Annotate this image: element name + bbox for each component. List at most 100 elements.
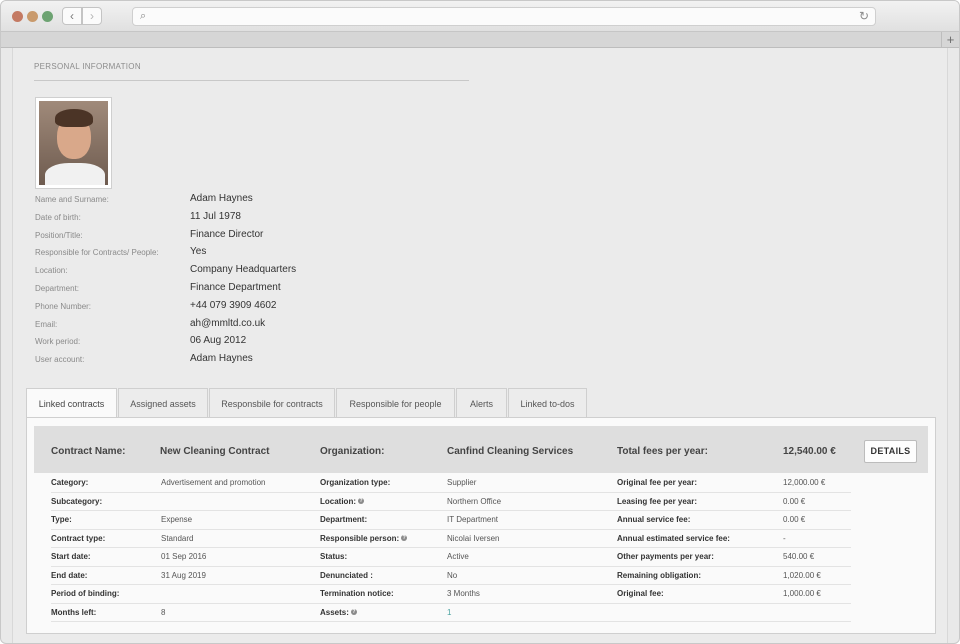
close-window-button[interactable] bbox=[12, 11, 23, 22]
contract-row: Subcategory: Location:? Northern Office Lea… bbox=[51, 493, 851, 511]
page-content: PERSONAL INFORMATION Name and Surname: Ad… bbox=[12, 48, 948, 643]
contract-field-value: 31 Aug 2019 bbox=[161, 571, 206, 580]
contract-row: End date: 31 Aug 2019 Denunciated : No Remai… bbox=[51, 567, 851, 585]
field-label-text: Annual service fee: bbox=[617, 515, 691, 524]
info-value: Yes bbox=[190, 246, 207, 258]
field-value-text: Supplier bbox=[447, 478, 477, 487]
contract-field-value: Nicolai Iversen bbox=[447, 534, 499, 543]
info-label: Work period: bbox=[35, 337, 81, 347]
forward-button[interactable]: › bbox=[82, 7, 102, 25]
contract-field-label: Leasing fee per year: bbox=[617, 497, 697, 506]
info-label: Department: bbox=[35, 284, 80, 293]
field-value-text: Standard bbox=[161, 533, 194, 543]
contract-field-value: Standard bbox=[161, 534, 193, 543]
contract-field-value: 0.00 € bbox=[783, 515, 805, 524]
contract-field-value: Northern Office bbox=[447, 497, 501, 506]
tab-responsbile-for-contracts[interactable]: Responsbile for contracts bbox=[209, 388, 335, 418]
contract-field-value: Advertisement and promotion bbox=[161, 478, 266, 487]
contract-field-value: 1,000.00 € bbox=[783, 589, 821, 598]
contract-field-label: Assets:? bbox=[320, 608, 357, 617]
contract-field-label: Annual estimated service fee: bbox=[617, 534, 730, 543]
field-value-text: 12,000.00 € bbox=[783, 478, 826, 487]
field-value-text: 3 Months bbox=[447, 589, 480, 598]
contract-row: Contract type: Standard Responsible person… bbox=[51, 530, 851, 548]
info-label: Position/Title: bbox=[35, 230, 83, 240]
profile-photo bbox=[35, 97, 112, 189]
field-label-text: Annual estimated service fee: bbox=[617, 533, 730, 543]
field-label-text: Type: bbox=[51, 515, 72, 524]
contract-field-label: Remaining obligation: bbox=[617, 571, 701, 580]
field-label-text: Responsible person: bbox=[320, 533, 400, 543]
field-label-text: Termination notice: bbox=[320, 589, 394, 598]
contract-field-label: Category: bbox=[51, 478, 88, 487]
contract-field-label: Original fee per year: bbox=[617, 478, 697, 487]
contract-field-value: Supplier bbox=[447, 478, 476, 487]
organization-value: Canfind Cleaning Services bbox=[447, 446, 574, 457]
info-label: User account: bbox=[35, 355, 85, 365]
field-label-text: Original fee per year: bbox=[617, 478, 698, 487]
info-value: Company Headquarters bbox=[190, 264, 297, 276]
contract-field-value: - bbox=[783, 534, 786, 543]
contract-field-value: 01 Sep 2016 bbox=[161, 552, 206, 561]
help-icon[interactable]: ? bbox=[358, 498, 364, 505]
contract-field-label: Annual service fee: bbox=[617, 515, 690, 524]
back-button[interactable]: ‹ bbox=[62, 7, 82, 25]
field-value-text: 1 bbox=[447, 607, 452, 617]
info-label: Name and Surname: bbox=[35, 195, 109, 204]
field-label-text: Organization type: bbox=[320, 478, 391, 487]
minimize-window-button[interactable] bbox=[27, 11, 38, 22]
contract-row: Period of binding: Termination notice: 3 M… bbox=[51, 585, 851, 604]
contract-field-label: Start date: bbox=[51, 552, 91, 561]
field-label-text: Contract type: bbox=[51, 533, 106, 543]
linked-contracts-panel: Contract Name: New Cleaning Contract Org… bbox=[26, 417, 936, 634]
field-label-text: End date: bbox=[51, 570, 88, 580]
address-bar[interactable]: ⌕ ↻ bbox=[132, 7, 876, 26]
field-value-text: No bbox=[447, 570, 458, 580]
field-value-text: Active bbox=[447, 552, 469, 561]
contract-field-value: IT Department bbox=[447, 515, 498, 524]
contract-field-value: Active bbox=[447, 552, 469, 561]
contract-field-value: 0.00 € bbox=[783, 497, 805, 506]
contract-row: Months left: 8 Assets:? 1 bbox=[51, 604, 851, 622]
contract-field-label: Original fee: bbox=[617, 589, 664, 598]
tab-assigned-assets[interactable]: Assigned assets bbox=[118, 388, 208, 418]
info-label: Responsible for Contracts/ People: bbox=[35, 248, 159, 258]
details-button[interactable]: DETAILS bbox=[864, 440, 917, 463]
assets-count-link[interactable]: 1 bbox=[447, 608, 451, 617]
info-value: Adam Haynes bbox=[190, 353, 253, 365]
contract-name-value: New Cleaning Contract bbox=[160, 446, 270, 457]
contract-field-label: Department: bbox=[320, 515, 367, 524]
field-label-text: Status: bbox=[320, 552, 348, 561]
contract-row: Category: Advertisement and promotion Orga… bbox=[51, 474, 851, 493]
field-label-text: Assets: bbox=[320, 607, 349, 617]
tab-linked-to-dos[interactable]: Linked to-dos bbox=[508, 388, 587, 418]
field-value-text: 540.00 € bbox=[783, 552, 815, 561]
new-tab-button[interactable]: + bbox=[941, 32, 959, 47]
field-value-text: Nicolai Iversen bbox=[447, 533, 500, 543]
browser-toolbar: ‹ › ⌕ ↻ bbox=[1, 1, 959, 32]
field-value-text: Northern Office bbox=[447, 496, 502, 506]
field-label-text: Category: bbox=[51, 478, 89, 487]
contract-field-label: Organization type: bbox=[320, 478, 390, 487]
info-value: Adam Haynes bbox=[190, 193, 253, 204]
total-fees-label: Total fees per year: bbox=[617, 446, 708, 457]
info-value: 06 Aug 2012 bbox=[190, 335, 247, 347]
help-icon[interactable]: ? bbox=[401, 535, 408, 542]
contract-field-value: 540.00 € bbox=[783, 552, 814, 561]
field-label-text: Period of binding: bbox=[51, 589, 120, 598]
tab-alerts[interactable]: Alerts bbox=[456, 388, 507, 418]
field-value-text: - bbox=[783, 533, 786, 543]
zoom-window-button[interactable] bbox=[42, 11, 53, 22]
tab-responsible-for-people[interactable]: Responsible for people bbox=[336, 388, 455, 418]
contract-field-label: Termination notice: bbox=[320, 589, 394, 598]
tab-linked-contracts[interactable]: Linked contracts bbox=[26, 388, 117, 419]
contract-field-label: End date: bbox=[51, 571, 87, 580]
contract-field-label: Status: bbox=[320, 552, 347, 561]
reload-icon[interactable]: ↻ bbox=[859, 9, 869, 23]
contract-field-value: No bbox=[447, 571, 457, 580]
field-value-text: 0.00 € bbox=[783, 496, 806, 506]
help-icon[interactable]: ? bbox=[350, 609, 357, 616]
search-icon: ⌕ bbox=[140, 10, 147, 22]
field-value-text: IT Department bbox=[447, 515, 498, 524]
contract-field-value: 3 Months bbox=[447, 589, 480, 598]
